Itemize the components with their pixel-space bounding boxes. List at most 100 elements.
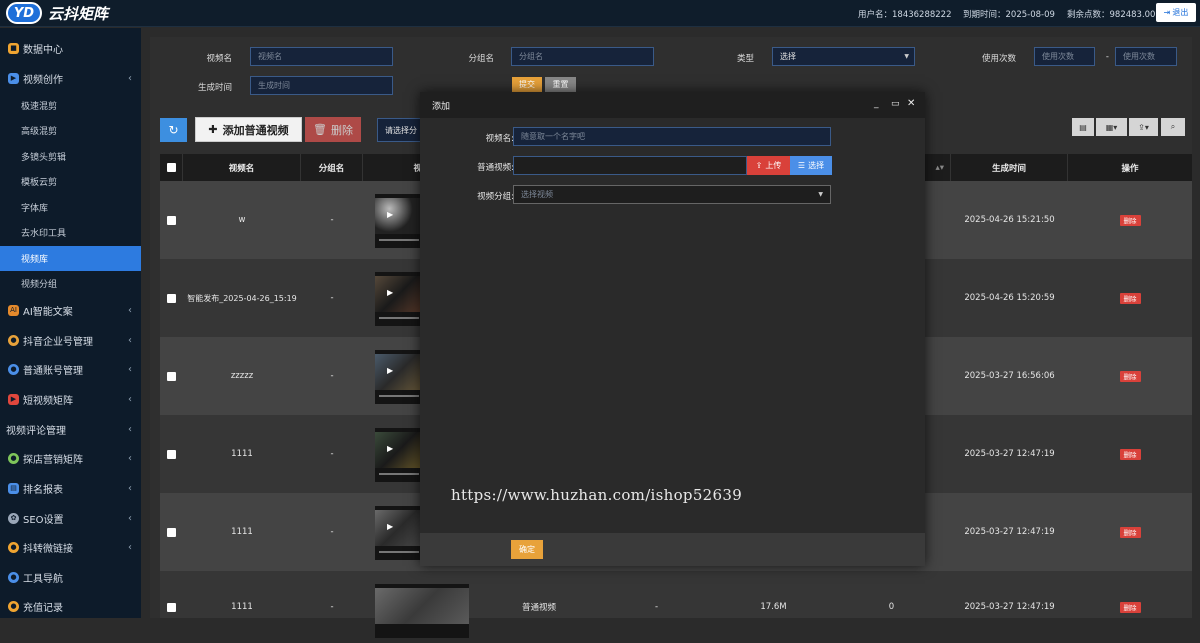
video-thumbnail[interactable]: ▶ — [375, 350, 423, 404]
enterprise-icon: ● — [8, 334, 19, 346]
nav-label: 排名报表 — [23, 484, 63, 496]
cell-video-name: 1111 — [231, 449, 253, 459]
modal-video-input[interactable] — [513, 156, 747, 175]
expire-text: 到期时间：2025-08-09 — [963, 10, 1055, 20]
nav-label: 充值记录 — [23, 602, 63, 614]
nav-sub-watermark[interactable]: 去水印工具 — [0, 220, 141, 245]
logo-text: 云抖矩阵 — [48, 4, 109, 23]
header-video-name[interactable]: 视频名 — [183, 154, 301, 181]
nav-comments[interactable]: 视频评论管理 ‹ — [0, 416, 141, 442]
chevron-down-icon: ‹ — [128, 482, 132, 494]
nav-sub-advanced-mix[interactable]: 高级混剪 — [0, 118, 141, 143]
confirm-button[interactable]: 确定 — [511, 540, 543, 559]
recharge-icon: ● — [8, 600, 19, 612]
row-checkbox[interactable] — [167, 449, 176, 459]
export-button[interactable]: ⇪▾ — [1129, 118, 1158, 136]
nav-account[interactable]: ● 普通账号管理 ‹ — [0, 356, 141, 382]
nav-enterprise[interactable]: ● 抖音企业号管理 ‹ — [0, 327, 141, 353]
close-icon[interactable]: ✕ — [907, 98, 915, 109]
row-delete-button[interactable]: 删除 — [1119, 214, 1141, 226]
video-thumbnail[interactable]: ▶ — [375, 428, 423, 482]
filter-usage-to[interactable]: 使用次数 — [1115, 47, 1177, 66]
nav-shop[interactable]: ● 探店营销矩阵 ‹ — [0, 445, 141, 471]
row-checkbox[interactable] — [167, 293, 176, 303]
cell-group: - — [330, 215, 334, 225]
row-checkbox[interactable] — [167, 215, 176, 225]
filter-type-select[interactable]: 选择 ▼ — [772, 47, 915, 66]
bulk-delete-button[interactable]: 🗑 删除 — [305, 117, 361, 142]
header-group[interactable]: 分组名 — [301, 154, 363, 181]
nav-data-center[interactable]: ■ 数据中心 — [0, 35, 141, 61]
table-row[interactable]: 1111 - 普通视频 - 17.6M 0 2025-03-27 12:47:1… — [160, 571, 1192, 638]
app-logo[interactable]: YD 云抖矩阵 — [6, 2, 108, 24]
nav-tools[interactable]: ● 工具导航 — [0, 564, 141, 590]
modal-name-input[interactable]: 随意取一个名字吧 — [513, 127, 831, 146]
modal-header: 添加 _ ▭ ✕ — [420, 92, 925, 118]
video-thumbnail[interactable]: ▶ — [375, 194, 423, 248]
row-checkbox[interactable] — [167, 527, 176, 537]
row-delete-button[interactable]: 删除 — [1119, 448, 1141, 460]
modal-group-select[interactable]: 选择视频 ▼ — [513, 185, 831, 204]
reset-button[interactable]: 重置 — [545, 77, 576, 92]
row-delete-button[interactable]: 删除 — [1119, 601, 1141, 613]
choose-label: 选择 — [808, 161, 825, 170]
nav-short-video[interactable]: ▶ 短视频矩阵 ‹ — [0, 386, 141, 412]
video-thumbnail[interactable]: ▶ — [375, 506, 423, 560]
row-checkbox[interactable] — [167, 602, 176, 612]
submit-button[interactable]: 提交 — [512, 77, 542, 92]
nav-sub-fast-mix[interactable]: 极速混剪 — [0, 93, 141, 118]
minimize-icon[interactable]: _ — [874, 99, 879, 109]
logout-button[interactable]: ⇥ 退出 — [1156, 3, 1196, 22]
search-button[interactable]: ⌕ — [1161, 118, 1185, 136]
cell-video-name: 1111 — [231, 602, 253, 612]
nav-sub-template[interactable]: 模板云剪 — [0, 169, 141, 194]
columns-button[interactable]: ▦▾ — [1096, 118, 1127, 136]
filter-usage-from[interactable]: 使用次数 — [1034, 47, 1095, 66]
toggle-view-button[interactable]: ▤ — [1072, 118, 1094, 136]
row-delete-button[interactable]: 删除 — [1119, 526, 1141, 538]
nav-link[interactable]: ● 抖转微链接 ‹ — [0, 534, 141, 560]
video-thumbnail[interactable] — [375, 584, 469, 638]
nav-label: 视频评论管理 — [6, 425, 66, 437]
row-delete-button[interactable]: 删除 — [1119, 370, 1141, 382]
header-actions: 操作 — [1121, 163, 1139, 174]
add-video-button[interactable]: ✚ 添加普通视频 — [195, 117, 302, 142]
modal-footer: 确定 — [420, 533, 925, 566]
nav-sub-multi-shot[interactable]: 多镜头剪辑 — [0, 144, 141, 169]
cell-type: 普通视频 — [521, 603, 556, 613]
trash-icon: 🗑 — [313, 123, 327, 136]
cell-video-name: w — [238, 215, 246, 225]
row-checkbox[interactable] — [167, 371, 176, 381]
nav-label: 短视频矩阵 — [23, 395, 73, 407]
maximize-icon[interactable]: ▭ — [891, 99, 900, 109]
video-thumbnail[interactable]: ▶ — [375, 272, 423, 326]
select-all-cell[interactable] — [160, 154, 183, 181]
choose-button[interactable]: ☰ 选择 — [790, 156, 832, 175]
filter-created-input[interactable]: 生成时间 — [250, 76, 393, 95]
filter-group-input[interactable]: 分组名 — [511, 47, 654, 66]
nav-ai-copy[interactable]: AI AI智能文案 ‹ — [0, 297, 141, 323]
row-delete-button[interactable]: 删除 — [1119, 292, 1141, 304]
list-icon: ▤ — [1079, 122, 1087, 132]
nav-sub-video-group[interactable]: 视频分组 — [0, 271, 141, 296]
logout-label: 退出 — [1172, 8, 1189, 17]
group-select[interactable]: 请选择分 — [377, 118, 422, 142]
nav-label: SEO设置 — [23, 514, 64, 526]
select-all-checkbox[interactable] — [166, 163, 176, 172]
nav-seo[interactable]: ✿ SEO设置 ‹ — [0, 505, 141, 531]
refresh-button[interactable]: ↻ — [160, 118, 187, 142]
nav-video-create[interactable]: ▶ 视频创作 ‹ — [0, 65, 141, 91]
nav-sub-video-library[interactable]: 视频库 — [0, 246, 141, 271]
nav-label: 普通账号管理 — [23, 365, 83, 377]
cell-video-name: zzzzz — [230, 371, 254, 381]
chevron-down-icon: ‹ — [128, 363, 132, 375]
nav-sub-font[interactable]: 字体库 — [0, 195, 141, 220]
video-create-icon: ▶ — [8, 72, 19, 84]
nav-label: 工具导航 — [23, 573, 63, 585]
filter-created-label: 生成时间 — [197, 83, 232, 93]
upload-button[interactable]: ⇪ 上传 — [747, 156, 790, 175]
nav-rank[interactable]: ▤ 排名报表 ‹ — [0, 475, 141, 501]
filter-name-input[interactable]: 视频名 — [250, 47, 393, 66]
nav-recharge[interactable]: ● 充值记录 — [0, 593, 141, 619]
header-created[interactable]: 生成时间 — [951, 154, 1068, 181]
